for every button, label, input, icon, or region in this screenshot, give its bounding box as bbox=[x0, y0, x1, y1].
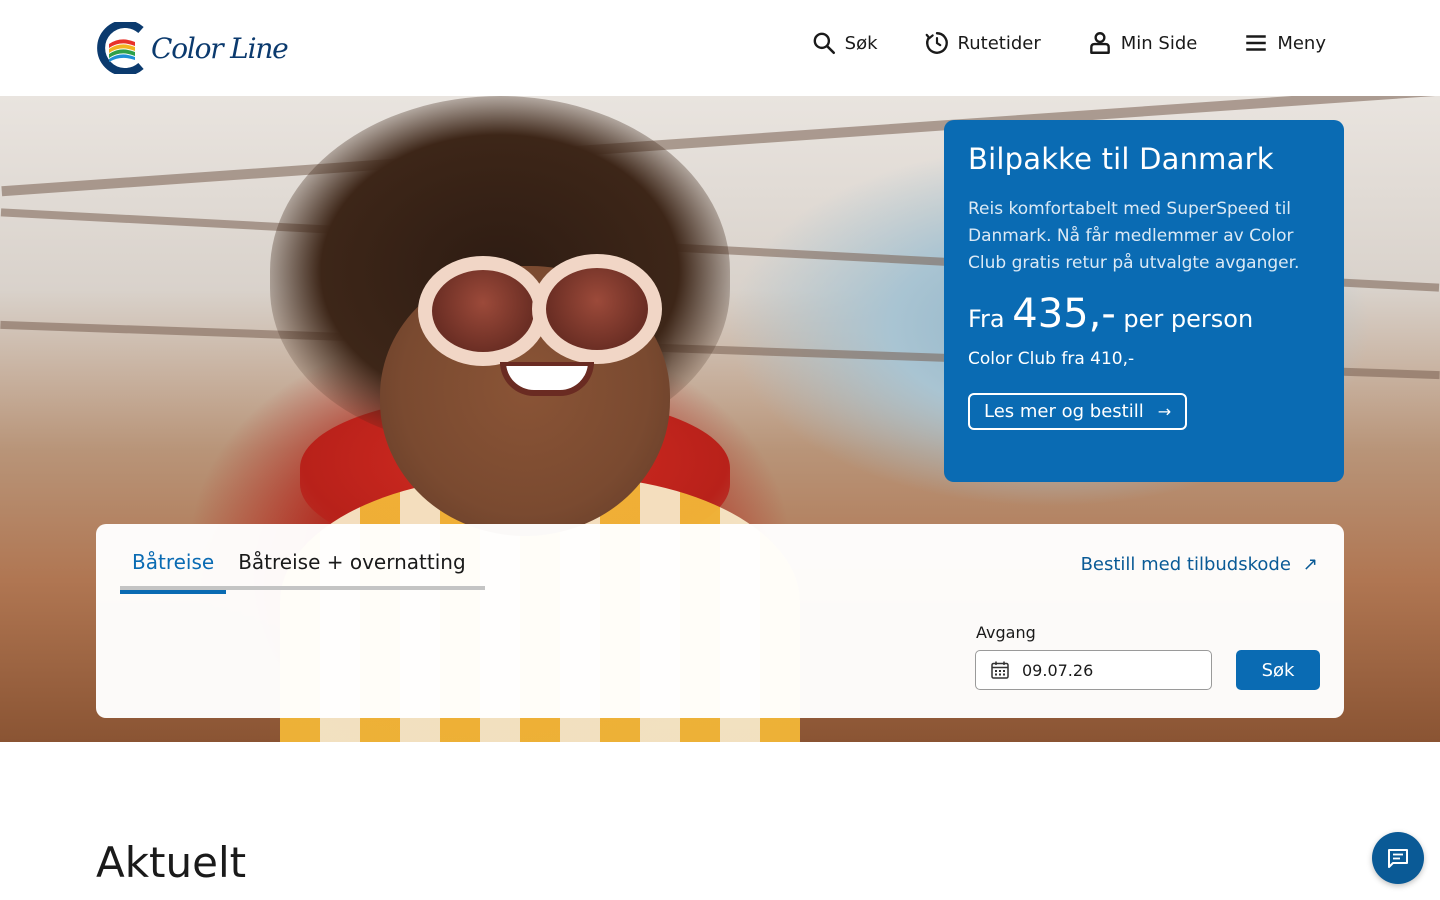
departure-label: Avgang bbox=[976, 623, 1036, 642]
nav-menu-label: Meny bbox=[1277, 32, 1326, 54]
nav-search-label: Søk bbox=[844, 32, 878, 54]
sunglasses-right bbox=[532, 254, 662, 364]
promo-price: Fra 435,- per person bbox=[968, 291, 1320, 337]
promo-description: Reis komfortabelt med SuperSpeed til Dan… bbox=[968, 199, 1300, 273]
club-price: Color Club fra 410,- bbox=[968, 349, 1135, 369]
tab-boat-trip-hotel[interactable]: Båtreise + overnatting bbox=[226, 550, 477, 590]
external-arrow-icon: ↗ bbox=[1302, 554, 1318, 575]
search-icon bbox=[813, 32, 835, 55]
offer-code-link[interactable]: Bestill med tilbudskode ↗ bbox=[1081, 554, 1318, 575]
sunglasses-left bbox=[418, 256, 548, 366]
departure-date-field[interactable]: 09.07.26 bbox=[975, 650, 1212, 690]
price-prefix: Fra bbox=[968, 305, 1005, 333]
tab-boat-trip[interactable]: Båtreise bbox=[120, 550, 227, 594]
nav-my-page[interactable]: Min Side bbox=[1087, 30, 1198, 56]
logo-text: Color Line bbox=[151, 31, 289, 65]
logo-mark-icon bbox=[97, 22, 144, 74]
promo-card: Bilpakke til Danmark Reis komfortabelt m… bbox=[944, 120, 1344, 482]
booking-tabs: Båtreise Båtreise + overnatting bbox=[120, 550, 485, 594]
color-line-logo[interactable]: Color Line bbox=[95, 22, 289, 74]
price-suffix: per person bbox=[1123, 305, 1254, 333]
departure-date-value: 09.07.26 bbox=[1022, 660, 1094, 680]
menu-icon bbox=[1246, 35, 1267, 51]
section-title: Aktuelt bbox=[96, 838, 247, 887]
read-more-label: Les mer og bestill bbox=[984, 401, 1144, 422]
nav-timetables[interactable]: Rutetider bbox=[924, 30, 1041, 56]
chat-icon bbox=[1388, 849, 1408, 868]
offer-code-label: Bestill med tilbudskode bbox=[1080, 554, 1291, 575]
chat-button[interactable] bbox=[1372, 832, 1424, 884]
user-icon bbox=[1089, 32, 1110, 54]
promo-title: Bilpakke til Danmark bbox=[968, 142, 1274, 176]
nav-menu[interactable]: Meny bbox=[1243, 30, 1326, 56]
calendar-icon bbox=[991, 661, 1009, 679]
nav-search[interactable]: Søk bbox=[811, 30, 878, 56]
clock-icon bbox=[925, 32, 948, 54]
booking-panel: Båtreise Båtreise + overnatting Bestill … bbox=[96, 524, 1344, 718]
main-nav: Søk Rutetider Min Side Meny bbox=[765, 30, 1326, 56]
site-header: Color Line Søk Rutetider Min Side Meny bbox=[0, 0, 1440, 96]
arrow-right-icon: → bbox=[1157, 402, 1172, 421]
search-button[interactable]: Søk bbox=[1236, 650, 1320, 690]
read-more-button[interactable]: Les mer og bestill → bbox=[968, 393, 1188, 430]
nav-my-page-label: Min Side bbox=[1120, 32, 1198, 54]
price-value: 435,- bbox=[1012, 291, 1116, 337]
nav-timetables-label: Rutetider bbox=[957, 32, 1041, 54]
